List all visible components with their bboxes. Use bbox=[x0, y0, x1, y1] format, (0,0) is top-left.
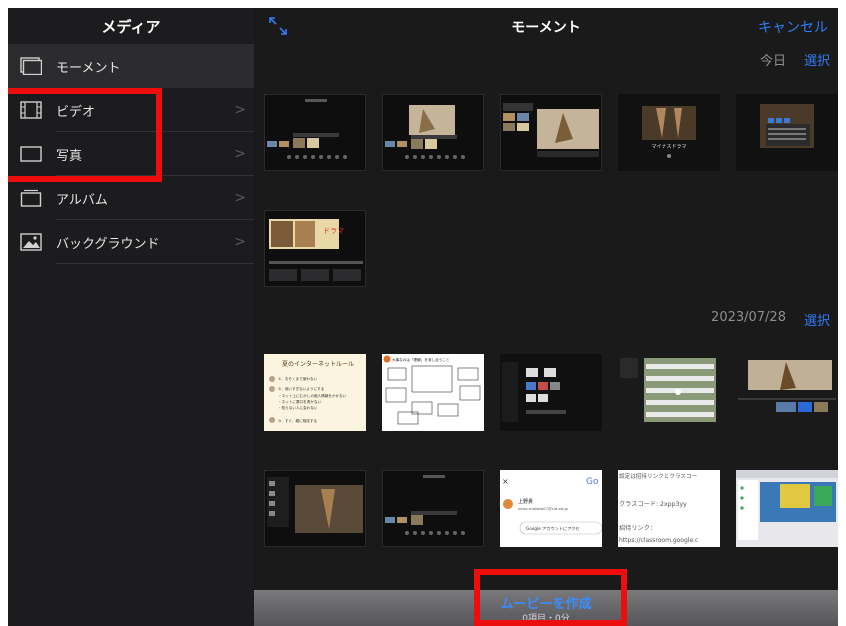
section-date: 今日 bbox=[759, 54, 786, 69]
thumbnail-text: ①、おそくまで使わない bbox=[278, 376, 318, 381]
top-bar: モーメント キャンセル bbox=[254, 8, 838, 44]
sidebar-item-moments[interactable]: モーメント bbox=[8, 44, 254, 88]
account-email: ueno-makoto07@cid.ed.jp bbox=[518, 506, 569, 511]
sidebar-item-label: アルバム bbox=[56, 192, 108, 208]
photo-thumbnail[interactable]: 設定は招待リンクとクラスコー クラスコード: 2xpp3yy 招待リンク： ht… bbox=[618, 470, 720, 547]
thumbnail-caption: マイナスドラマ bbox=[652, 144, 687, 150]
photo-thumbnail[interactable]: 大事なのは「理解」を深し合うこと bbox=[382, 354, 484, 431]
chevron-right-icon: > bbox=[234, 102, 246, 118]
thumbnail-text: 招待リンク： bbox=[619, 524, 656, 532]
highlight-box bbox=[8, 88, 162, 182]
video-thumbnail[interactable] bbox=[382, 470, 484, 547]
video-thumbnail[interactable] bbox=[382, 94, 484, 171]
section-header-0728: 2023/07/28 選択 bbox=[711, 310, 830, 329]
video-thumbnail[interactable] bbox=[736, 94, 838, 171]
thumbnail-text: ③、すぐ、親に相談する bbox=[278, 418, 317, 423]
thumbnail-text: Google アカウントにアクセ bbox=[526, 525, 580, 532]
video-thumbnail[interactable]: マイナスドラマ bbox=[618, 94, 720, 171]
photo-thumbnail[interactable]: × Go 上野貴 ueno-makoto07@cid.ed.jp Google … bbox=[500, 470, 602, 547]
video-thumbnail[interactable] bbox=[500, 94, 602, 171]
thumbnail-text: クラスコード: 2xpp3yy bbox=[619, 501, 687, 508]
sidebar-item-backgrounds[interactable]: バックグラウンド > bbox=[8, 220, 254, 264]
google-logo: Go bbox=[586, 477, 599, 487]
thumbnail-caption: 夏のインターネットルール bbox=[282, 360, 354, 368]
album-icon bbox=[20, 189, 42, 207]
photo-thumbnail[interactable] bbox=[736, 470, 838, 547]
video-thumbnail[interactable] bbox=[618, 354, 720, 431]
video-thumbnail[interactable] bbox=[500, 354, 602, 431]
sidebar-title: メディア bbox=[101, 17, 161, 36]
stack-icon bbox=[20, 57, 42, 75]
highlight-box bbox=[474, 569, 627, 626]
thumbnail-text: https://classroom.google.c bbox=[619, 537, 698, 544]
sidebar-item-label: モーメント bbox=[56, 60, 121, 76]
thumbnail-text: ・ネットに悪口を書かない bbox=[278, 399, 322, 404]
thumbnail-caption: ドラマ bbox=[323, 227, 344, 235]
page-title: モーメント bbox=[511, 20, 581, 36]
video-thumbnail[interactable] bbox=[736, 354, 838, 431]
select-button[interactable]: 選択 bbox=[804, 50, 830, 69]
sidebar-item-albums[interactable]: アルバム > bbox=[8, 176, 254, 220]
thumbnail-text: ②、使いすぎないようにする bbox=[278, 386, 325, 391]
sidebar-item-label: バックグラウンド bbox=[56, 236, 160, 252]
thumbnail-text: ・ネット上にむかしの個人情報をかかない bbox=[278, 393, 347, 398]
moments-grid-panel: モーメント キャンセル 今日 選択 マイナスドラマ ドラマ 2023/07/28… bbox=[254, 8, 838, 626]
select-button[interactable]: 選択 bbox=[804, 310, 830, 329]
section-header-today: 今日 選択 bbox=[760, 50, 830, 69]
thumbnail-caption: 大事なのは「理解」を深し合うこと bbox=[392, 357, 450, 362]
video-thumbnail[interactable] bbox=[264, 470, 366, 547]
photo-thumbnail[interactable]: 夏のインターネットルール ①、おそくまで使わない ②、使いすぎないようにする ・… bbox=[264, 354, 366, 431]
close-icon: × bbox=[502, 477, 509, 486]
account-name: 上野貴 bbox=[518, 498, 533, 505]
landscape-icon bbox=[20, 233, 42, 251]
divider bbox=[56, 263, 254, 264]
section-date: 2023/07/28 bbox=[711, 310, 786, 325]
imovie-media-browser: メディア モーメント ビデオ > 写真 > アルバム > バックグラウンド > … bbox=[8, 8, 838, 626]
chevron-right-icon: > bbox=[234, 146, 246, 162]
cancel-button[interactable]: キャンセル bbox=[758, 17, 828, 37]
thumbnail-text: 設定は招待リンクとクラスコー bbox=[619, 472, 698, 480]
chevron-right-icon: > bbox=[234, 234, 246, 250]
video-thumbnail[interactable]: ドラマ bbox=[264, 210, 366, 287]
video-thumbnail[interactable] bbox=[264, 94, 366, 171]
thumbnail-text: ・知らない人に会わない bbox=[278, 405, 318, 410]
chevron-right-icon: > bbox=[234, 190, 246, 206]
